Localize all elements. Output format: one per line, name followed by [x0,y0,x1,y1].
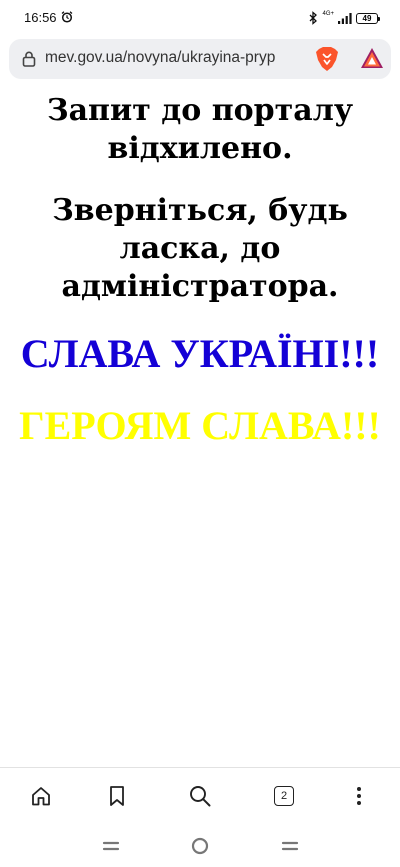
bookmark-icon [110,786,124,806]
menu-button[interactable] [347,784,371,808]
recent-apps-icon[interactable] [100,835,122,857]
browser-toolbar: 2 [0,767,400,823]
battery-level: 49 [362,13,372,23]
home-icon [32,787,50,806]
home-circle-icon[interactable] [189,835,211,857]
network-type: 4G+ [322,11,334,17]
lock-icon[interactable] [22,51,36,67]
address-bar[interactable]: mev.gov.ua/novyna/ukrayina-pryp [9,39,391,79]
battery-icon: 49 [356,12,380,24]
home-button[interactable] [29,784,53,808]
status-time: 16:56 [24,10,57,25]
tab-count: 2 [280,790,288,802]
page-content: Запит до порталу відхилено. Зверніться, … [0,88,400,450]
url-text[interactable]: mev.gov.ua/novyna/ukrayina-pryp [45,49,303,67]
slava-ukraini-heading: СЛАВА УКРАЇНІ!!! [20,331,380,376]
alarm-icon [61,11,73,23]
contact-admin-message: Зверніться, будь ласка, до адміністратор… [52,193,348,304]
brave-shield-icon[interactable] [315,46,339,72]
bluetooth-icon [310,11,318,25]
rejected-message: Запит до порталу відхилено. [46,93,354,166]
menu-icon [357,787,361,805]
system-nav-bar [0,823,400,867]
tabs-button[interactable]: 2 [272,784,296,808]
status-bar: 16:56 4G+ 49 [0,0,400,34]
bookmarks-button[interactable] [105,784,129,808]
search-icon [190,786,211,807]
status-icons: 4G+ 49 [308,10,380,26]
heroyam-slava-heading: ГЕРОЯМ СЛАВА!!! [19,403,381,448]
search-button[interactable] [188,784,212,808]
signal-icon [338,13,352,24]
back-icon[interactable] [279,835,301,857]
tabs-icon: 2 [274,786,294,806]
bat-rewards-icon[interactable] [360,47,384,69]
